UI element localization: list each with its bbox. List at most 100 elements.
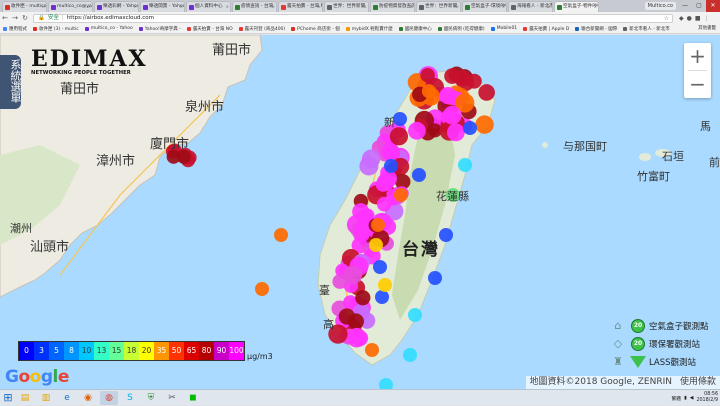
sensor-marker[interactable] [408, 121, 426, 140]
tab-close-icon[interactable]: × [318, 2, 321, 12]
sensor-marker[interactable] [255, 282, 269, 296]
sensor-marker[interactable] [428, 271, 442, 285]
folder-icon[interactable]: ▥ [37, 391, 55, 405]
bookmark-item[interactable]: 聯合新聞網 - 國際 [575, 26, 617, 32]
sensor-marker[interactable] [478, 84, 495, 101]
sensor-marker[interactable] [403, 348, 417, 362]
language-indicator[interactable]: 繁體 [672, 395, 682, 402]
browser-tab[interactable]: 空氣盒子-環境PM2.5× [462, 1, 507, 12]
bookmark-item[interactable]: PChome 商店街 - 個 [291, 26, 340, 32]
browser-tab[interactable]: 露天拍賣 - 台灣 NO× [278, 1, 323, 12]
browser-tab[interactable]: 樂透彩網 - Yahoo × [94, 1, 139, 12]
skype-icon[interactable]: S [121, 391, 139, 405]
maximize-button[interactable]: ▢ [692, 0, 706, 12]
bookmark-item[interactable]: 露天拍賣 | Apple D [523, 26, 569, 32]
sensor-marker[interactable] [365, 343, 379, 357]
tab-close-icon[interactable]: × [88, 2, 91, 12]
sensor-marker[interactable] [442, 105, 462, 125]
forward-icon[interactable]: → [10, 13, 20, 23]
bookmark-item[interactable]: multico_co - Yahoo [84, 26, 133, 31]
chrome-icon[interactable]: ◍ [100, 390, 118, 405]
sensor-marker[interactable] [338, 308, 356, 325]
minimize-button[interactable]: — [678, 0, 692, 12]
sensor-marker[interactable] [369, 238, 383, 252]
sensor-marker[interactable] [421, 84, 437, 99]
tab-close-icon[interactable]: × [180, 2, 183, 12]
profile-button[interactable]: Multico.co [644, 2, 676, 10]
bookmark-item[interactable]: 露天拍賣 - 台灣 NO [186, 26, 233, 32]
bookmark-item[interactable]: mybidX 輕鬆賣什麼 [345, 26, 393, 32]
sensor-marker[interactable] [352, 330, 369, 346]
sensor-marker[interactable] [393, 112, 407, 126]
sensor-marker[interactable] [412, 168, 426, 182]
bookmark-item[interactable]: 國民健康中心 [398, 26, 432, 32]
map-canvas[interactable]: EDIMAX NETWORKING PEOPLE TOGETHER 系統選單 莆… [0, 35, 720, 389]
extension-icon[interactable]: ◆ [679, 15, 684, 22]
sensor-marker[interactable] [274, 228, 288, 242]
clock[interactable]: 08:56 2018/2/9 [696, 392, 718, 404]
close-window-button[interactable]: ✕ [706, 0, 720, 12]
tab-close-icon[interactable]: × [364, 2, 367, 12]
snipping-icon[interactable]: ✂ [163, 391, 181, 405]
sensor-marker[interactable] [408, 308, 422, 322]
browser-tab[interactable]: 樂透開獎 - Yahoo × [140, 1, 185, 12]
address-bar[interactable]: 🔒 安全 | https://airbox.edimaxcloud.com ☆ [33, 13, 673, 23]
tab-close-icon[interactable]: × [502, 2, 505, 12]
extension-icon[interactable]: ● [687, 15, 692, 22]
browser-tab[interactable]: 防疫物資發放查詢 × [370, 1, 415, 12]
tab-close-icon[interactable]: × [548, 2, 551, 12]
zoom-in-button[interactable]: + [684, 43, 711, 70]
ie-icon[interactable]: e [58, 391, 76, 405]
sensor-marker[interactable] [376, 196, 392, 212]
sensor-marker[interactable] [352, 203, 370, 221]
bookmark-item[interactable]: 收件匣 (3) - multic [33, 26, 79, 32]
other-bookmarks[interactable]: 其他書籤 [698, 25, 716, 31]
bookmark-item[interactable]: Mobile01 [490, 26, 517, 31]
bookmark-item[interactable]: 應用程式 [3, 26, 27, 32]
browser-tab[interactable]: 世界：世界新聞 × [324, 1, 369, 12]
tab-close-icon[interactable]: × [594, 2, 597, 12]
sensor-marker[interactable] [379, 378, 393, 389]
sensor-marker[interactable] [371, 218, 385, 232]
zoom-out-button[interactable]: − [684, 71, 711, 98]
sensor-marker[interactable] [378, 278, 392, 292]
sensor-marker[interactable] [394, 188, 408, 202]
browser-tab[interactable]: 收件匣 - multico × [2, 1, 47, 12]
tab-close-icon[interactable]: × [272, 2, 275, 12]
system-menu-button[interactable]: 系統選單 [0, 55, 22, 109]
sensor-marker[interactable] [361, 149, 381, 168]
tab-close-icon[interactable]: × [42, 2, 45, 12]
menu-icon[interactable]: ⋮ [704, 15, 710, 22]
back-icon[interactable]: ← [0, 13, 10, 23]
tab-close-icon[interactable]: × [226, 2, 229, 12]
bookmark-star-icon[interactable]: ☆ [664, 15, 669, 23]
volume-icon[interactable]: ◀ [690, 396, 694, 401]
sensor-marker[interactable] [355, 290, 371, 306]
sensor-marker[interactable] [453, 69, 471, 87]
terms-link[interactable]: 使用條款 [680, 376, 716, 389]
file-explorer-icon[interactable]: ▤ [16, 391, 34, 405]
extension-icon[interactable]: ■ [695, 15, 701, 22]
sensor-marker[interactable] [446, 123, 465, 142]
sensor-marker[interactable] [420, 67, 435, 83]
tab-close-icon[interactable]: × [456, 2, 459, 12]
browser-tab[interactable]: 疫情查詢 - 台灣 × [232, 1, 277, 12]
bookmark-item[interactable]: 新北市看人 - 新北市 [623, 26, 670, 32]
sensor-marker[interactable] [463, 121, 477, 135]
sensor-marker[interactable] [475, 115, 494, 134]
sensor-marker[interactable] [375, 177, 391, 192]
reload-icon[interactable]: ↻ [20, 13, 30, 23]
windows-start-icon[interactable]: ⊞ [0, 390, 16, 406]
firefox-icon[interactable]: ◉ [79, 391, 97, 405]
browser-tab[interactable]: 世界：世界新聞 × [416, 1, 461, 12]
sensor-marker[interactable] [343, 265, 363, 285]
sensor-marker[interactable] [373, 260, 387, 274]
sensor-marker[interactable] [384, 159, 398, 173]
browser-tab[interactable]: 個人資料中心 × [186, 1, 231, 12]
browser-tab[interactable]: 空氣盒子-物件PM2.5× [554, 1, 599, 12]
sensor-marker[interactable] [439, 228, 453, 242]
tab-close-icon[interactable]: × [410, 2, 413, 12]
sensor-marker[interactable] [375, 290, 389, 304]
security-icon[interactable]: ⛨ [142, 391, 160, 405]
tab-close-icon[interactable]: × [134, 2, 137, 12]
